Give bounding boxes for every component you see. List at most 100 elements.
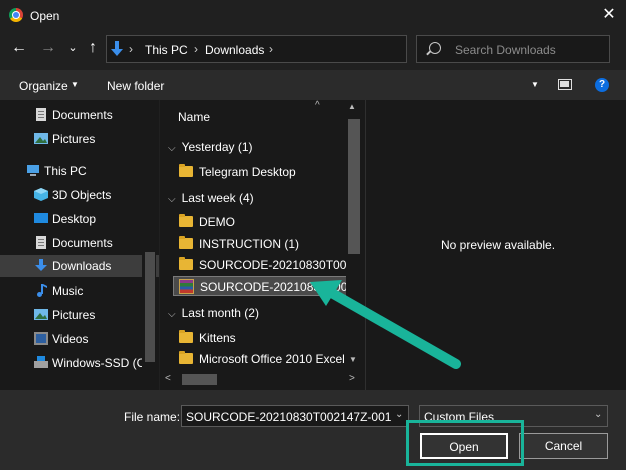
group-header-yesterday[interactable]: ⌵ Yesterday (1) [168, 140, 253, 154]
scroll-left-icon[interactable]: < [165, 373, 171, 384]
nav-item-windows-ssd[interactable]: Windows-SSD (C [0, 352, 159, 374]
nav-label: Music [52, 284, 84, 298]
documents-icon [36, 236, 46, 249]
nav-item-3d-objects[interactable]: 3D Objects [0, 184, 159, 206]
nav-label: Videos [52, 332, 89, 346]
title-bar: Open ✕ [0, 0, 626, 31]
navigation-pane: Documents Pictures This PC 3D Objects De… [0, 100, 159, 390]
folder-icon [179, 351, 193, 364]
view-options-chevron-icon[interactable]: ▼ [531, 80, 539, 89]
music-icon [37, 284, 47, 297]
search-icon [429, 42, 441, 54]
scroll-down-icon[interactable]: ▼ [349, 355, 357, 364]
search-placeholder: Search Downloads [455, 43, 556, 57]
archive-icon [179, 279, 194, 294]
nav-label: Documents [52, 108, 113, 122]
nav-label: Pictures [52, 132, 96, 146]
file-name: DEMO [199, 215, 235, 229]
nav-item-pictures[interactable]: Pictures [0, 304, 159, 326]
search-input[interactable]: Search Downloads [416, 35, 610, 63]
scroll-right-icon[interactable]: > [349, 373, 355, 384]
nav-item-this-pc[interactable]: This PC [0, 160, 159, 182]
3d-objects-icon [34, 188, 48, 201]
up-button[interactable]: ↑ [84, 38, 102, 58]
nav-pane-scroll-track [0, 372, 159, 390]
help-icon[interactable]: ? [595, 78, 609, 92]
nav-item-music[interactable]: Music [0, 280, 159, 302]
chevron-down-icon[interactable]: ⌄ [395, 409, 403, 420]
file-name: SOURCODE-20210830T002 [199, 258, 354, 272]
nav-label: Pictures [52, 308, 96, 322]
desktop-icon [34, 213, 48, 223]
downloads-icon [35, 259, 47, 271]
group-label: Yesterday (1) [181, 140, 253, 154]
folder-icon [179, 257, 193, 270]
drive-icon [34, 356, 48, 368]
close-button[interactable]: ✕ [596, 3, 622, 27]
breadcrumb-downloads[interactable]: Downloads [205, 43, 264, 57]
nav-label: Windows-SSD (C [52, 356, 146, 370]
nav-item-downloads[interactable]: Downloads [0, 255, 159, 277]
preview-pane-toggle-icon[interactable] [558, 79, 572, 90]
group-header-last-month[interactable]: ⌵ Last month (2) [168, 306, 259, 320]
file-row[interactable]: SOURCODE-20210830T002 [173, 255, 353, 275]
group-label: Last month (2) [181, 306, 259, 320]
file-name-label: File name: [124, 410, 181, 424]
file-row[interactable]: Microsoft Office 2010 Excel [173, 349, 348, 369]
nav-label: Desktop [52, 212, 97, 226]
file-row[interactable]: Kittens [173, 328, 348, 348]
nav-item-videos[interactable]: Videos [0, 328, 159, 350]
nav-item-documents[interactable]: Documents [0, 232, 159, 254]
pictures-icon [34, 133, 48, 144]
downloads-icon [111, 41, 123, 56]
nav-pane-scroll-thumb[interactable] [145, 252, 155, 362]
recent-locations-button[interactable]: ⌄ [64, 38, 82, 58]
collapse-chevron-icon: ⌵ [168, 143, 176, 154]
group-label: Last week (4) [181, 191, 254, 205]
breadcrumb-separator: › [129, 42, 133, 56]
nav-label: Downloads [52, 259, 112, 273]
folder-icon [179, 330, 193, 343]
sort-ascending-icon: ^ [315, 100, 320, 111]
folder-icon [179, 236, 193, 249]
breadcrumb-separator: › [269, 42, 273, 56]
file-row[interactable]: DEMO [173, 212, 348, 232]
folder-icon [179, 164, 193, 177]
collapse-chevron-icon: ⌵ [168, 309, 176, 320]
file-name-value: SOURCODE-20210830T002147Z-001 [186, 410, 392, 424]
videos-icon [34, 332, 48, 345]
window-title: Open [30, 9, 60, 23]
file-name-input[interactable]: SOURCODE-20210830T002147Z-001 ⌄ [181, 405, 409, 427]
file-row[interactable]: Telegram Desktop [173, 162, 348, 182]
file-name: Microsoft Office 2010 Excel [199, 352, 345, 366]
nav-label: Documents [52, 236, 113, 250]
annotation-highlight-box [406, 420, 524, 466]
nav-item-pictures[interactable]: Pictures [0, 128, 159, 150]
nav-label: 3D Objects [52, 188, 112, 202]
breadcrumb-separator: › [194, 42, 198, 56]
nav-item-documents[interactable]: Documents [0, 104, 159, 126]
nav-item-desktop[interactable]: Desktop [0, 208, 159, 230]
nav-label: This PC [44, 164, 87, 178]
horizontal-scroll-thumb[interactable] [182, 374, 217, 385]
address-bar[interactable]: › This PC › Downloads › ⌄ ↻ [106, 35, 501, 63]
breadcrumb-this-pc[interactable]: This PC [145, 43, 188, 57]
group-header-last-week[interactable]: ⌵ Last week (4) [168, 191, 254, 205]
toolbar: Organize ▼ New folder ▼ [0, 70, 626, 100]
forward-button[interactable]: → [39, 38, 57, 58]
preview-message: No preview available. [441, 238, 556, 252]
column-header-name[interactable]: Name [178, 110, 210, 124]
folder-icon [179, 214, 193, 227]
documents-icon [36, 108, 46, 121]
file-list: Name ^ ⌵ Yesterday (1) Telegram Desktop ⌵… [160, 100, 365, 390]
new-folder-button[interactable]: New folder [107, 79, 164, 93]
file-row[interactable]: INSTRUCTION (1) [173, 234, 348, 254]
scroll-up-icon[interactable]: ▲ [348, 102, 356, 111]
back-button[interactable]: ← [10, 38, 28, 58]
file-row-selected[interactable]: SOURCODE-20210830T002 [173, 276, 354, 296]
file-list-scroll-thumb[interactable] [348, 119, 360, 254]
cancel-button[interactable]: Cancel [519, 433, 608, 459]
chevron-down-icon: ▼ [71, 80, 79, 89]
organize-button[interactable]: Organize [19, 79, 68, 93]
pictures-icon [34, 309, 48, 320]
